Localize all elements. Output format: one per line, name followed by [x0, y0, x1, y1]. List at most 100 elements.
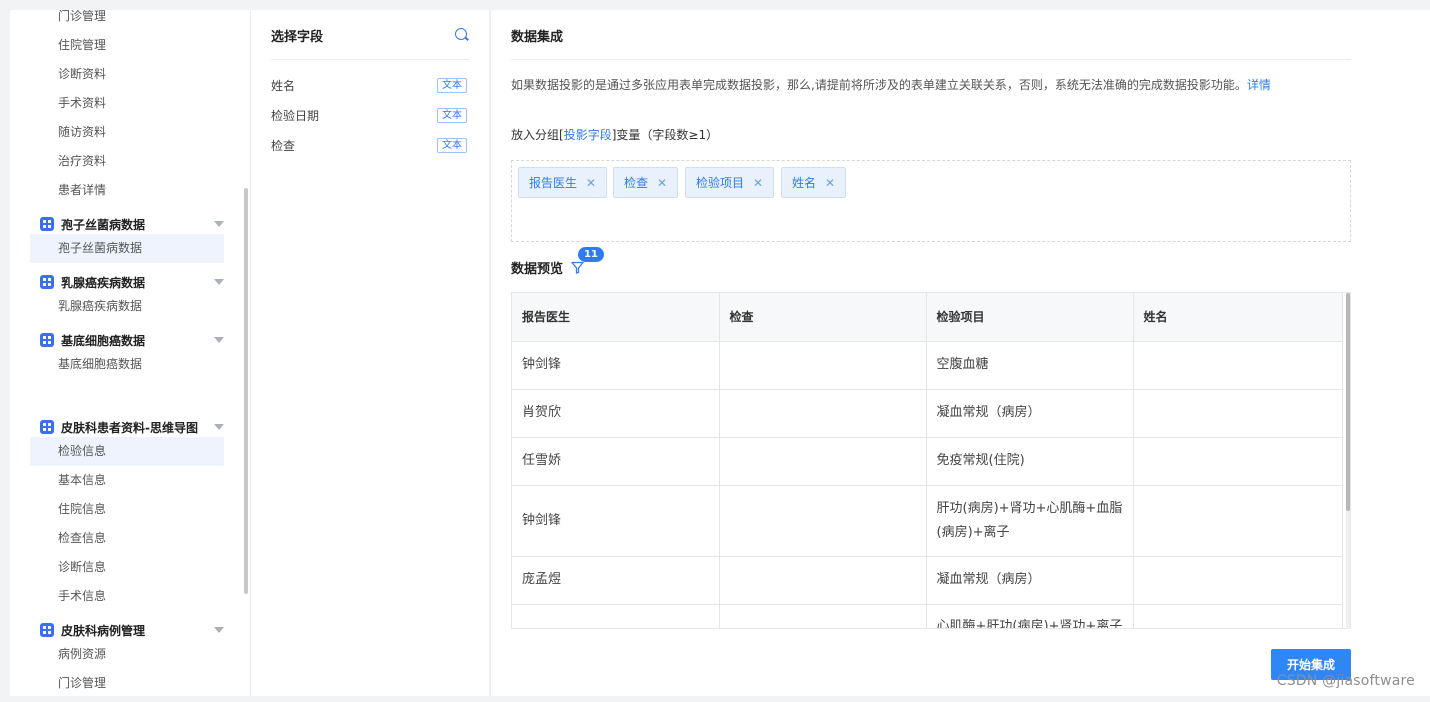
sidebar-item[interactable]: 基底细胞癌数据	[58, 350, 142, 379]
field-name: 检查	[271, 138, 296, 153]
sidebar-item[interactable]: 随访资料	[58, 118, 106, 147]
projection-field-link[interactable]: 投影字段	[564, 128, 612, 142]
sidebar-item[interactable]: 手术信息	[58, 582, 106, 611]
table-row: 肖贺欣 凝血常规（病房）	[512, 389, 1343, 438]
sidebar-item-active[interactable]: 检验信息	[30, 437, 224, 466]
sidebar-item[interactable]: 诊断信息	[58, 553, 106, 582]
table-cell	[1133, 341, 1343, 390]
field-chip[interactable]: 检查 ✕	[613, 167, 679, 198]
field-type-tag: 文本	[437, 77, 467, 93]
table-cell	[512, 604, 720, 628]
field-item[interactable]: 检验日期 文本	[271, 105, 467, 125]
field-name: 姓名	[271, 78, 296, 93]
field-chip[interactable]: 报告医生 ✕	[518, 167, 608, 198]
chip-label: 报告医生	[529, 176, 578, 190]
field-drop-zone[interactable]: 报告医生 ✕ 检查 ✕ 检验项目 ✕ 姓名 ✕	[511, 160, 1351, 242]
chevron-down-icon[interactable]	[214, 627, 224, 633]
notice-body: 如果数据投影的是通过多张应用表单完成数据投影，那么,请提前将所涉及的表单建立关联…	[511, 78, 1247, 92]
table-cell: 钟剑锋	[512, 485, 720, 557]
sidebar-item[interactable]: 住院管理	[58, 31, 106, 60]
sidebar-item[interactable]: 门诊管理	[58, 10, 106, 31]
table-header-row: 报告医生 检查 检验项目 姓名	[512, 293, 1343, 342]
sidebar-item[interactable]: 基本信息	[58, 466, 106, 495]
table-cell	[1133, 604, 1343, 628]
sidebar-item[interactable]: 住院信息	[58, 495, 106, 524]
table-cell: 肖贺欣	[512, 389, 720, 438]
sidebar-group[interactable]: 孢子丝菌病数据	[40, 213, 224, 235]
table-cell: 凝血常规（病房）	[926, 389, 1134, 438]
close-icon[interactable]: ✕	[753, 176, 763, 190]
sidebar-item[interactable]: 治疗资料	[58, 147, 106, 176]
sidebar-group[interactable]: 皮肤科病例管理	[40, 619, 224, 641]
close-icon[interactable]: ✕	[825, 176, 835, 190]
close-icon[interactable]: ✕	[586, 176, 596, 190]
chevron-down-icon[interactable]	[214, 279, 224, 285]
table-cell: 凝血常规（病房）	[926, 556, 1134, 605]
table-cell	[719, 389, 927, 438]
watermark: CSDN @jiasoftware	[1276, 673, 1415, 689]
table-cell: 免疫常规(住院)	[926, 437, 1134, 486]
field-chip[interactable]: 检验项目 ✕	[685, 167, 775, 198]
field-chip[interactable]: 姓名 ✕	[781, 167, 847, 198]
sidebar-group[interactable]: 皮肤科患者资料-思维导图	[40, 416, 224, 438]
group-instruction: 放入分组[投影字段]变量（字段数≥1）	[511, 126, 718, 143]
chip-label: 检验项目	[696, 176, 745, 190]
preview-title: 数据预览	[511, 262, 564, 277]
sidebar-item[interactable]: 病例资源	[58, 640, 106, 669]
field-item[interactable]: 姓名 文本	[271, 75, 467, 95]
sidebar-item[interactable]: 孢子丝菌病数据	[30, 234, 224, 263]
top-strip	[0, 0, 1430, 8]
chip-label: 姓名	[792, 176, 817, 190]
search-icon[interactable]	[455, 28, 467, 40]
sidebar-group[interactable]: 基底细胞癌数据	[40, 329, 224, 351]
chevron-down-icon[interactable]	[214, 424, 224, 430]
filter-icon[interactable]	[571, 261, 584, 274]
sidebar-nav: 门诊管理 住院管理 诊断资料 手术资料 随访资料 治疗资料 患者详情 孢子丝菌病…	[10, 10, 250, 696]
table-cell	[719, 341, 927, 390]
table-cell	[719, 604, 927, 628]
sidebar-item[interactable]: 检查信息	[58, 524, 106, 553]
divider	[271, 59, 469, 60]
field-select-panel: 选择字段 姓名 文本 检验日期 文本 检查 文本	[250, 10, 489, 696]
app-grid-icon	[40, 217, 54, 231]
field-name: 检验日期	[271, 108, 320, 123]
table-cell	[1133, 389, 1343, 438]
sidebar-item[interactable]: 乳腺癌疾病数据	[58, 292, 142, 321]
preview-table: 报告医生 检查 检验项目 姓名 钟剑锋 空腹血糖 肖贺欣 凝血常规（病房） 任雪…	[511, 292, 1351, 629]
sidebar-group[interactable]: 乳腺癌疾病数据	[40, 271, 224, 293]
sidebar-group-label: 皮肤科病例管理	[61, 623, 146, 638]
table-cell: 任雪娇	[512, 437, 720, 486]
table-row: 心肌酶+肝功(病房)+肾功+离子	[512, 604, 1343, 628]
close-icon[interactable]: ✕	[657, 176, 667, 190]
table-cell	[719, 485, 927, 557]
field-item[interactable]: 检查 文本	[271, 135, 467, 155]
chip-label: 检查	[624, 176, 649, 190]
table-cell: 肝功(病房)+肾功+心肌酶+血脂(病房)+离子	[926, 485, 1134, 557]
column-header[interactable]: 检验项目	[926, 293, 1134, 342]
table-row: 钟剑锋 肝功(病房)+肾功+心肌酶+血脂(病房)+离子	[512, 485, 1343, 557]
details-link[interactable]: 详情	[1247, 78, 1271, 92]
table-cell: 庞孟煜	[512, 556, 720, 605]
table-cell	[1133, 437, 1343, 486]
column-header[interactable]: 报告医生	[512, 293, 720, 342]
table-cell	[719, 437, 927, 486]
data-integration-panel: 数据集成 如果数据投影的是通过多张应用表单完成数据投影，那么,请提前将所涉及的表…	[490, 10, 1430, 696]
app-grid-icon	[40, 275, 54, 289]
chevron-down-icon[interactable]	[214, 221, 224, 227]
chevron-down-icon[interactable]	[214, 337, 224, 343]
table-cell: 心肌酶+肝功(病房)+肾功+离子	[926, 604, 1134, 628]
column-header[interactable]: 检查	[719, 293, 927, 342]
app-grid-icon	[40, 333, 54, 347]
panel-title: 选择字段	[271, 30, 324, 45]
page-title: 数据集成	[511, 30, 564, 45]
sidebar-group-label: 皮肤科患者资料-思维导图	[61, 420, 198, 435]
table-scrollbar[interactable]	[1346, 293, 1350, 511]
sidebar-item[interactable]: 手术资料	[58, 89, 106, 118]
table-row: 钟剑锋 空腹血糖	[512, 341, 1343, 390]
sidebar-item[interactable]: 门诊管理	[58, 669, 106, 696]
sidebar-item[interactable]: 诊断资料	[58, 60, 106, 89]
column-header[interactable]: 姓名	[1133, 293, 1343, 342]
sidebar-item[interactable]: 患者详情	[58, 176, 106, 205]
group-prefix: 放入分组[	[511, 128, 564, 142]
sidebar-scrollbar[interactable]	[244, 188, 248, 594]
